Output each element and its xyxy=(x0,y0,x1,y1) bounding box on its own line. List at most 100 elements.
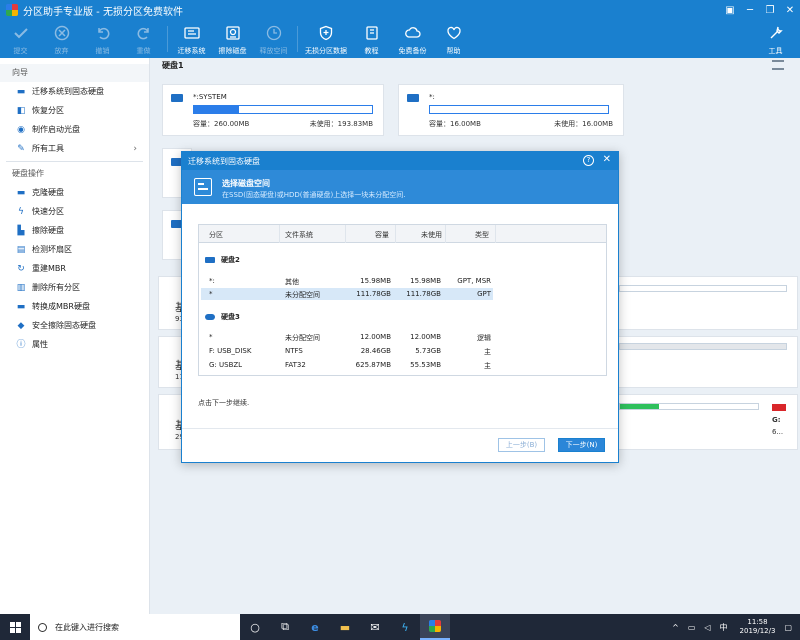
disk-ops-section-header: 硬盘操作 xyxy=(0,165,149,183)
list-view-icon[interactable] xyxy=(772,60,784,70)
dialog-footer-divider xyxy=(182,428,618,429)
sidebar-item-secure-erase[interactable]: ◆ 安全擦除固态硬盘 xyxy=(0,316,149,335)
cell-partition: *: xyxy=(209,277,215,285)
table-row[interactable]: *: 其他 15.98MB 15.98MB GPT, MSR xyxy=(201,275,493,287)
toolbar-separator xyxy=(297,26,298,52)
disk-wipe-icon xyxy=(222,23,244,43)
volume-icon[interactable]: ◁ xyxy=(704,623,710,632)
delete-icon: ▥ xyxy=(16,282,26,293)
sidebar-item-wipe-disk[interactable]: ▙ 擦除硬盘 xyxy=(0,221,149,240)
prev-button[interactable]: 上一步(B) xyxy=(498,438,545,452)
tray-expand-icon[interactable]: ^ xyxy=(672,623,679,632)
tutorial-button[interactable]: 教程 xyxy=(351,20,392,58)
cell-unused: 5.73GB xyxy=(415,347,441,355)
free-backup-button[interactable]: 免费备份 xyxy=(392,20,433,58)
cell-type: GPT xyxy=(477,290,491,298)
usb-drive-icon xyxy=(205,314,215,320)
next-button[interactable]: 下一步(N) xyxy=(558,438,605,452)
network-icon[interactable]: ▭ xyxy=(688,623,696,632)
maximize-button[interactable]: ❐ xyxy=(760,5,780,16)
sidebar-item-quick-partition[interactable]: ϟ 快速分区 xyxy=(0,202,149,221)
clone-icon: ▬ xyxy=(16,187,26,198)
help-icon[interactable]: ? xyxy=(583,155,594,166)
cell-unused: 12.00MB xyxy=(410,333,441,341)
partition-free: 未使用：193.83MB xyxy=(309,120,373,128)
column-separator xyxy=(345,225,346,243)
migrate-dialog: 迁移系统到固态硬盘 ? ✕ 选择磁盘空间 在SSD(固态硬盘)或HDD(普通硬盘… xyxy=(181,151,619,463)
cell-unused: 55.53MB xyxy=(410,361,441,369)
disc-icon: ◉ xyxy=(17,124,25,135)
table-header: 分区 文件系统 容量 未使用 类型 xyxy=(199,225,606,243)
partition-card-msr[interactable]: *: 容量：16.00MB 未使用：16.00MB xyxy=(398,84,624,136)
sidebar-item-recover-partition[interactable]: ◧ 恢复分区 xyxy=(0,101,149,120)
wipe-disk-button[interactable]: 擦除磁盘 xyxy=(212,20,253,58)
discard-button[interactable]: 放弃 xyxy=(41,20,82,58)
lossless-data-button[interactable]: 无损分区数据 xyxy=(301,20,351,58)
column-type: 类型 xyxy=(475,231,489,239)
table-row[interactable]: F: USB_DISK NTFS 28.46GB 5.73GB 主 xyxy=(201,345,493,357)
shield-plus-icon xyxy=(315,23,337,43)
cortana-icon[interactable]: ○ xyxy=(240,614,270,640)
close-button[interactable]: ✕ xyxy=(780,5,800,16)
disk1-label: 硬盘1 xyxy=(162,61,184,70)
sidebar-item-all-tools[interactable]: ✎ 所有工具 › xyxy=(0,139,149,158)
disk2-group: 硬盘2 xyxy=(205,255,240,265)
commit-button[interactable]: 提交 xyxy=(0,20,41,58)
app-icon[interactable]: ϟ xyxy=(390,614,420,640)
sidebar-item-delete-all[interactable]: ▥ 删除所有分区 xyxy=(0,278,149,297)
column-unused: 未使用 xyxy=(421,231,442,239)
app-logo-icon xyxy=(429,620,441,632)
file-explorer-icon[interactable]: ▬ xyxy=(330,614,360,640)
start-button[interactable] xyxy=(0,614,30,640)
sidebar-item-bootable-media[interactable]: ◉ 制作启动光盘 xyxy=(0,120,149,139)
sidebar-item-rebuild-mbr[interactable]: ↻ 重建MBR xyxy=(0,259,149,278)
g-partition-label: G: xyxy=(772,416,781,424)
edge-browser-icon[interactable]: e xyxy=(300,614,330,640)
help-button[interactable]: 帮助 xyxy=(433,20,474,58)
table-row-selected[interactable]: * 未分配空间 111.78GB 111.78GB GPT xyxy=(201,288,493,300)
cell-type: 主 xyxy=(484,348,491,356)
sidebar-item-migrate-ssd[interactable]: ▬ 迁移系统到固态硬盘 xyxy=(0,82,149,101)
sidebar-item-properties[interactable]: ⓘ 属性 xyxy=(0,335,149,354)
dialog-header-title: 选择磁盘空间 xyxy=(222,179,270,188)
ime-indicator[interactable]: 中 xyxy=(720,622,728,633)
table-row[interactable]: G: USBZL FAT32 625.87MB 55.53MB 主 xyxy=(201,359,493,371)
group-label: 硬盘2 xyxy=(221,256,240,264)
dialog-close-button[interactable]: ✕ xyxy=(603,154,611,165)
redo-button[interactable]: 重做 xyxy=(123,20,164,58)
windows-logo-icon xyxy=(9,621,21,633)
column-capacity: 容量 xyxy=(375,231,389,239)
notification-icon[interactable]: ▢ xyxy=(784,623,792,632)
sidebar-item-bad-sector[interactable]: ▤ 检测坏扇区 xyxy=(0,240,149,259)
usage-bar-fill xyxy=(194,106,239,113)
task-view-icon[interactable]: ⧉ xyxy=(270,614,300,640)
free-space-button[interactable]: 释放空间 xyxy=(253,20,294,58)
dialog-title-bar: 迁移系统到固态硬盘 ? ✕ xyxy=(182,152,618,170)
drive-icon xyxy=(181,23,203,43)
migrate-system-button[interactable]: 迁移系统 xyxy=(171,20,212,58)
cell-capacity: 625.87MB xyxy=(355,361,391,369)
check-icon xyxy=(10,23,32,43)
cloud-icon xyxy=(402,23,424,43)
tools-button[interactable]: 工具 xyxy=(755,20,796,58)
partition-assistant-taskbar-icon[interactable] xyxy=(420,614,450,640)
cell-capacity: 12.00MB xyxy=(360,333,391,341)
cell-unused: 111.78GB xyxy=(406,290,441,298)
cell-unused: 15.98MB xyxy=(410,277,441,285)
table-row[interactable]: * 未分配空间 12.00MB 12.00MB 逻辑 xyxy=(201,331,493,343)
partition-card-system[interactable]: *:SYSTEM 容量：260.00MB 未使用：193.83MB xyxy=(162,84,384,136)
drive-icon xyxy=(205,257,215,263)
minimize-button[interactable]: ─ xyxy=(740,5,760,16)
mail-icon[interactable]: ✉ xyxy=(360,614,390,640)
taskbar-search-box[interactable]: 在此键入进行搜索 xyxy=(30,614,240,640)
undo-button[interactable]: 撤销 xyxy=(82,20,123,58)
partition-capacity: 容量：260.00MB xyxy=(193,120,250,128)
toolbar-separator xyxy=(167,26,168,52)
sidebar-item-convert-mbr[interactable]: ▬ 转换成MBR硬盘 xyxy=(0,297,149,316)
sidebar-item-clone-disk[interactable]: ▬ 克隆硬盘 xyxy=(0,183,149,202)
cell-capacity: 111.78GB xyxy=(356,290,391,298)
redo-icon xyxy=(133,23,155,43)
clock[interactable]: 11:58 2019/12/3 xyxy=(740,618,776,636)
skin-icon[interactable]: ▣ xyxy=(720,5,740,16)
cancel-circle-icon xyxy=(51,23,73,43)
